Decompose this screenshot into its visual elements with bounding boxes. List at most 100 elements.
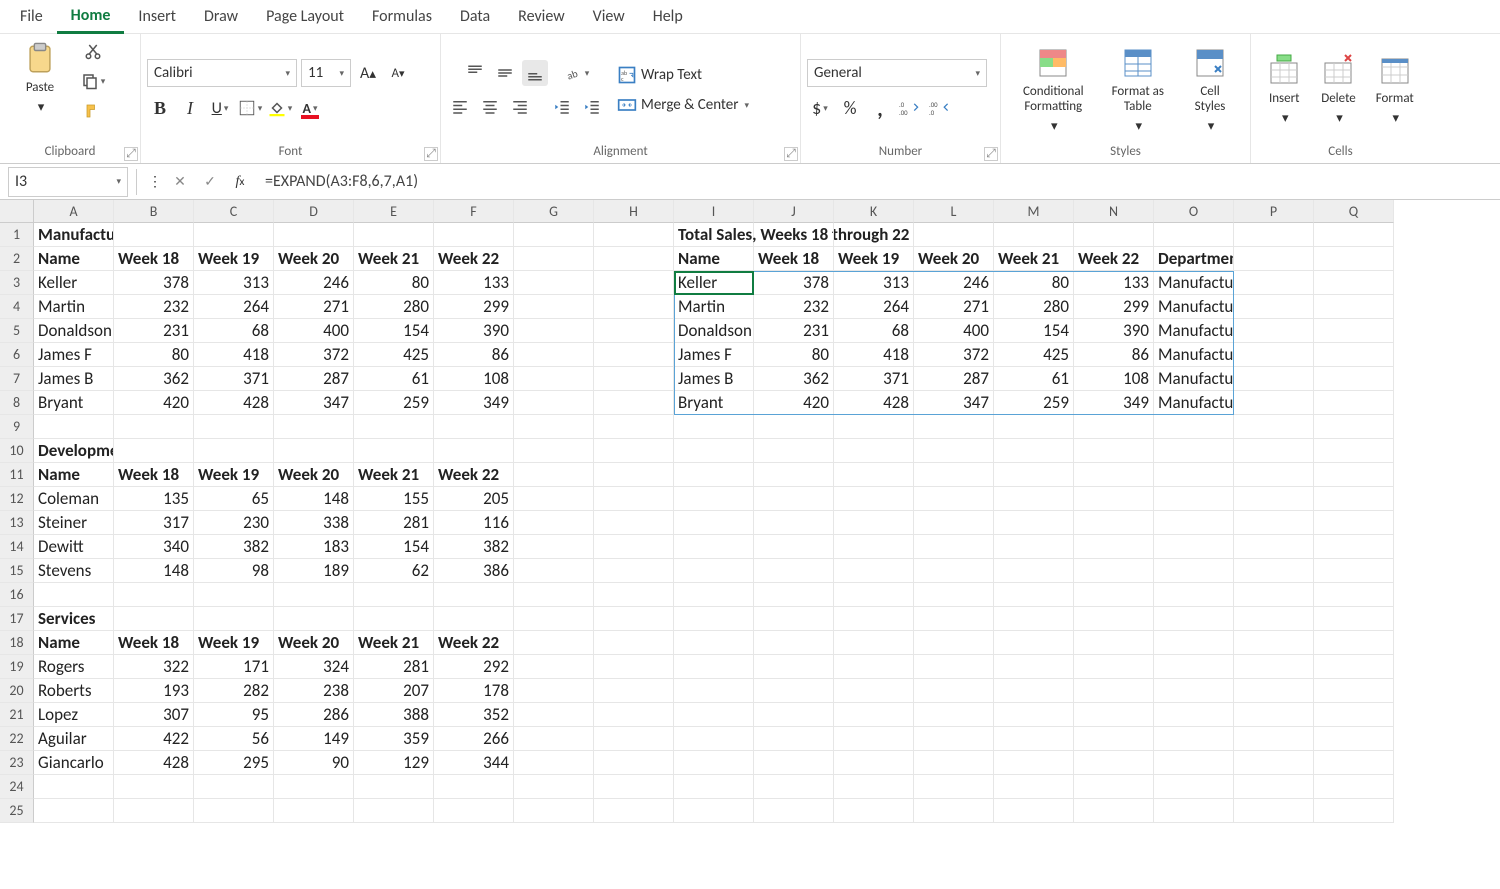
cell[interactable] bbox=[914, 799, 994, 823]
row-header[interactable]: 13 bbox=[0, 511, 34, 535]
cell[interactable]: Coleman bbox=[34, 487, 114, 511]
row-header[interactable]: 11 bbox=[0, 463, 34, 487]
cell[interactable] bbox=[1074, 679, 1154, 703]
cell[interactable] bbox=[994, 655, 1074, 679]
cell[interactable]: 154 bbox=[994, 319, 1074, 343]
cell[interactable] bbox=[1314, 727, 1394, 751]
cell[interactable]: 324 bbox=[274, 655, 354, 679]
cell[interactable]: 295 bbox=[194, 751, 274, 775]
tab-review[interactable]: Review bbox=[504, 1, 579, 32]
cell[interactable] bbox=[994, 727, 1074, 751]
cell[interactable]: 372 bbox=[914, 343, 994, 367]
insert-cells-button[interactable]: Insert▾ bbox=[1259, 49, 1309, 130]
cell[interactable] bbox=[914, 775, 994, 799]
cell[interactable]: 56 bbox=[194, 727, 274, 751]
tab-file[interactable]: File bbox=[6, 1, 57, 32]
dialog-launcher-icon[interactable]: ⤢ bbox=[124, 147, 138, 161]
cell[interactable] bbox=[354, 415, 434, 439]
cell[interactable]: 68 bbox=[194, 319, 274, 343]
orientation-icon[interactable]: ab▾ bbox=[564, 60, 590, 86]
cell[interactable] bbox=[1234, 727, 1314, 751]
cell[interactable] bbox=[594, 223, 674, 247]
cell[interactable]: 362 bbox=[754, 367, 834, 391]
conditional-formatting-button[interactable]: Conditional Formatting▾ bbox=[1007, 42, 1100, 139]
cell[interactable] bbox=[594, 415, 674, 439]
cell[interactable] bbox=[194, 415, 274, 439]
cell[interactable]: 98 bbox=[194, 559, 274, 583]
cell[interactable]: 418 bbox=[194, 343, 274, 367]
decrease-font-icon[interactable]: A▾ bbox=[385, 60, 411, 86]
cell[interactable]: 259 bbox=[354, 391, 434, 415]
align-top-icon[interactable] bbox=[462, 60, 488, 86]
cell[interactable] bbox=[674, 607, 754, 631]
cell[interactable] bbox=[914, 679, 994, 703]
cell[interactable]: 264 bbox=[194, 295, 274, 319]
cell[interactable]: Aguilar bbox=[34, 727, 114, 751]
cell[interactable]: Roberts bbox=[34, 679, 114, 703]
cell[interactable] bbox=[594, 487, 674, 511]
cell[interactable] bbox=[434, 799, 514, 823]
cell[interactable] bbox=[914, 439, 994, 463]
cell[interactable]: 428 bbox=[114, 751, 194, 775]
cell[interactable] bbox=[1154, 223, 1234, 247]
cell[interactable] bbox=[514, 751, 594, 775]
cell[interactable] bbox=[594, 631, 674, 655]
cell[interactable] bbox=[114, 439, 194, 463]
cell[interactable]: 232 bbox=[114, 295, 194, 319]
row-header[interactable]: 1 bbox=[0, 223, 34, 247]
cell[interactable]: 349 bbox=[1074, 391, 1154, 415]
cell[interactable] bbox=[514, 319, 594, 343]
cell[interactable] bbox=[1234, 703, 1314, 727]
cell[interactable]: 371 bbox=[834, 367, 914, 391]
cell[interactable] bbox=[594, 775, 674, 799]
cell[interactable] bbox=[594, 511, 674, 535]
cell[interactable] bbox=[354, 607, 434, 631]
cell[interactable] bbox=[914, 415, 994, 439]
cell[interactable]: 154 bbox=[354, 535, 434, 559]
row-header[interactable]: 10 bbox=[0, 439, 34, 463]
cell[interactable]: 400 bbox=[274, 319, 354, 343]
cell[interactable]: 61 bbox=[354, 367, 434, 391]
cell[interactable]: 193 bbox=[114, 679, 194, 703]
cell[interactable]: Week 18 bbox=[114, 631, 194, 655]
cell[interactable]: Week 19 bbox=[194, 247, 274, 271]
cell[interactable] bbox=[194, 799, 274, 823]
cell[interactable] bbox=[354, 799, 434, 823]
row-header[interactable]: 22 bbox=[0, 727, 34, 751]
align-middle-icon[interactable] bbox=[492, 60, 518, 86]
row-header[interactable]: 21 bbox=[0, 703, 34, 727]
increase-font-icon[interactable]: A▴ bbox=[355, 60, 381, 86]
cell[interactable] bbox=[514, 631, 594, 655]
cell[interactable] bbox=[674, 703, 754, 727]
cell[interactable] bbox=[1234, 319, 1314, 343]
cell[interactable] bbox=[1234, 439, 1314, 463]
formula-input[interactable] bbox=[259, 167, 1500, 197]
column-header[interactable]: O bbox=[1154, 200, 1234, 223]
cell[interactable] bbox=[1314, 631, 1394, 655]
row-header[interactable]: 24 bbox=[0, 775, 34, 799]
cell[interactable]: 86 bbox=[1074, 343, 1154, 367]
cell[interactable] bbox=[434, 223, 514, 247]
cell[interactable] bbox=[434, 583, 514, 607]
cancel-formula-icon[interactable]: ✕ bbox=[167, 169, 193, 195]
cell[interactable]: James F bbox=[34, 343, 114, 367]
cell[interactable] bbox=[834, 223, 914, 247]
cell[interactable] bbox=[594, 343, 674, 367]
cell[interactable] bbox=[1154, 415, 1234, 439]
cell[interactable]: 352 bbox=[434, 703, 514, 727]
cell[interactable]: James B bbox=[34, 367, 114, 391]
cell[interactable] bbox=[514, 271, 594, 295]
cell[interactable] bbox=[594, 679, 674, 703]
cell[interactable]: Week 22 bbox=[434, 631, 514, 655]
cell[interactable] bbox=[1234, 463, 1314, 487]
cell[interactable] bbox=[514, 655, 594, 679]
cell[interactable]: Week 21 bbox=[354, 463, 434, 487]
cell[interactable] bbox=[1154, 583, 1234, 607]
font-size-dropdown[interactable]: 11▾ bbox=[301, 59, 351, 87]
decrease-indent-icon[interactable] bbox=[549, 94, 575, 120]
select-all-corner[interactable] bbox=[0, 200, 34, 223]
row-header[interactable]: 14 bbox=[0, 535, 34, 559]
cell[interactable]: Dewitt bbox=[34, 535, 114, 559]
cell[interactable]: James B bbox=[674, 367, 754, 391]
cell[interactable]: 347 bbox=[274, 391, 354, 415]
